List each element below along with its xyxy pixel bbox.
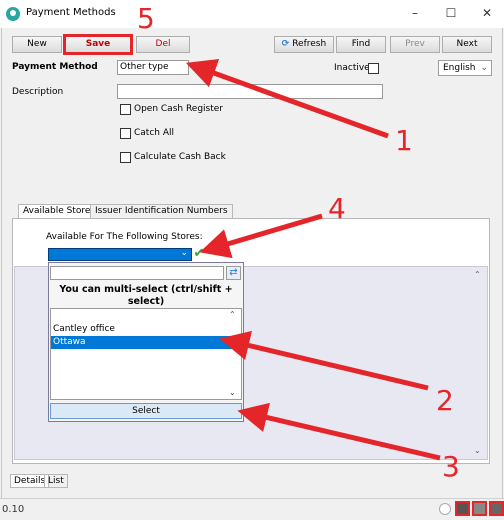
arrow-4: [199, 213, 323, 259]
annotation-number: 4: [328, 192, 346, 225]
arrow-2: [219, 330, 429, 391]
annotation-number: 3: [442, 450, 460, 483]
annotation-number: 5: [137, 2, 155, 35]
annotation-arrows: [185, 58, 441, 461]
annotation-number: 2: [436, 384, 454, 417]
annotation-number: 1: [395, 124, 413, 157]
arrow-3: [237, 402, 441, 461]
arrow-1: [185, 58, 389, 139]
